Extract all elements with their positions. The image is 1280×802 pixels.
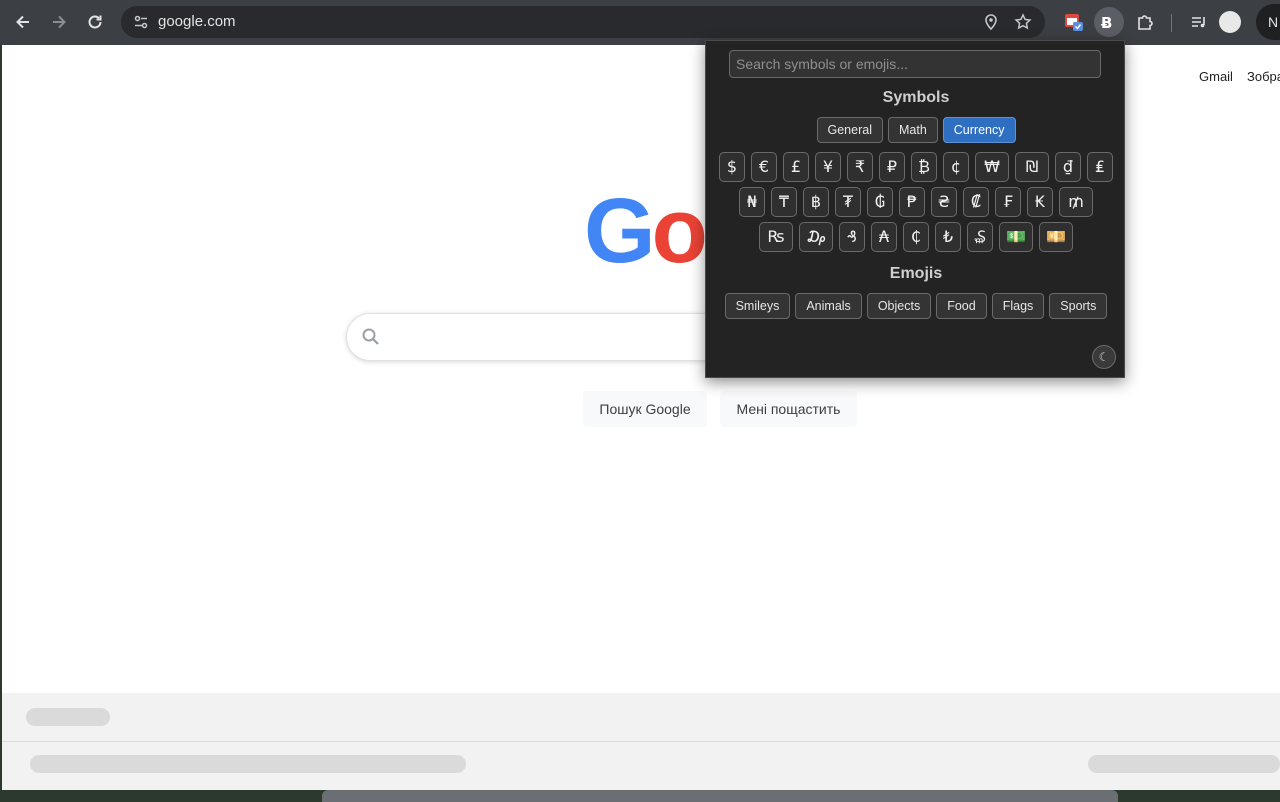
emojis-heading: Emojis <box>889 265 943 282</box>
profile-button[interactable]: N <box>1256 4 1280 40</box>
address-bar[interactable]: google.com <box>121 6 1045 38</box>
tab-smileys[interactable]: Smileys <box>724 293 791 319</box>
browser-toolbar: google.com Ƀ N <box>0 0 1280 45</box>
calendar-check-icon <box>1065 14 1083 31</box>
symbol-button[interactable]: ¢ <box>943 152 969 182</box>
footer-divider <box>2 741 1280 742</box>
symbol-button[interactable]: ₱ <box>899 187 925 217</box>
symbol-category-tabs: General Math Currency <box>706 117 1126 143</box>
logo-letter-o: o <box>651 180 708 282</box>
arrow-left-icon <box>16 15 29 29</box>
symbol-button[interactable]: ₡ <box>963 187 989 217</box>
symbol-button[interactable]: ₹ <box>847 152 873 182</box>
tab-flags[interactable]: Flags <box>991 293 1045 319</box>
page-footer <box>2 693 1280 790</box>
playlist-icon <box>1192 17 1205 28</box>
emoji-category-tabs: Smileys Animals Objects Food Flags Sport… <box>706 293 1126 319</box>
symbol-button[interactable]: ₩ <box>975 152 1009 182</box>
symbol-button[interactable]: ₫ <box>1055 152 1081 182</box>
symbols-heading: Symbols <box>882 89 950 106</box>
symbol-button[interactable]: ₦ <box>739 187 765 217</box>
symbol-button[interactable]: ₸ <box>771 187 797 217</box>
reload-icon <box>88 15 102 29</box>
search-icon <box>362 328 379 345</box>
symbol-row-3: ₨ ₯ ₰ ₳ ₵ ₺ ₷ 💵 💴 <box>706 222 1126 252</box>
symbol-button[interactable]: ₷ <box>967 222 993 252</box>
symbol-button[interactable]: ₪ <box>1015 152 1049 182</box>
symbol-button[interactable]: ₳ <box>871 222 897 252</box>
symbol-button[interactable]: £ <box>783 152 809 182</box>
arrow-right-icon <box>53 15 66 29</box>
back-button[interactable] <box>8 7 38 37</box>
symbol-button[interactable]: ฿ <box>803 187 829 217</box>
symbol-button[interactable]: ₺ <box>935 222 961 252</box>
toolbar-divider <box>1171 14 1172 32</box>
tab-currency[interactable]: Currency <box>942 117 1016 143</box>
symbol-button[interactable]: ₿ <box>911 152 937 182</box>
symbol-button[interactable]: ₮ <box>835 187 861 217</box>
symbol-search-input[interactable] <box>729 50 1101 78</box>
symbol-button[interactable]: $ <box>719 152 745 182</box>
account-avatar[interactable] <box>1219 11 1241 33</box>
yen-banknote-emoji-button[interactable]: 💴 <box>1039 222 1073 252</box>
symbol-button[interactable]: ₭ <box>1027 187 1053 217</box>
google-search-button[interactable]: Пошук Google <box>583 391 707 427</box>
symbol-button[interactable]: ₲ <box>867 187 893 217</box>
symbol-button[interactable]: € <box>751 152 777 182</box>
symbol-row-1: $ € £ ¥ ₹ ₽ ₿ ¢ ₩ ₪ ₫ ₤ <box>706 152 1126 182</box>
footer-placeholder-links-right <box>1088 755 1280 773</box>
media-controls-button[interactable] <box>1184 7 1214 37</box>
symbol-button[interactable]: ¥ <box>815 152 841 182</box>
symbol-button[interactable]: ₣ <box>995 187 1021 217</box>
symbol-button[interactable]: ₰ <box>839 222 865 252</box>
tab-math[interactable]: Math <box>887 117 938 143</box>
symbol-button[interactable]: ₵ <box>903 222 929 252</box>
profile-initial: N <box>1268 14 1279 30</box>
tab-general[interactable]: General <box>816 117 883 143</box>
symbol-button[interactable]: ₨ <box>759 222 793 252</box>
svg-text:Ƀ: Ƀ <box>1101 14 1112 32</box>
bookmark-star-icon[interactable] <box>1011 10 1035 34</box>
symbol-button[interactable]: ₽ <box>879 152 905 182</box>
site-info-icon[interactable] <box>129 10 153 34</box>
feeling-lucky-button[interactable]: Мені пощастить <box>720 391 857 427</box>
reload-button[interactable] <box>80 7 110 37</box>
forward-button[interactable] <box>44 7 74 37</box>
symbol-button[interactable]: ₥ <box>1059 187 1093 217</box>
symbol-button[interactable]: ₴ <box>931 187 957 217</box>
gmail-link[interactable]: Gmail <box>1199 69 1233 84</box>
macos-dock <box>322 790 1118 802</box>
theme-toggle-moon-icon[interactable]: ☾ <box>1092 345 1116 369</box>
tab-objects[interactable]: Objects <box>866 293 932 319</box>
google-logo: Go <box>584 185 708 277</box>
extensions-menu-button[interactable] <box>1130 7 1160 37</box>
tab-animals[interactable]: Animals <box>795 293 862 319</box>
tab-sports[interactable]: Sports <box>1049 293 1108 319</box>
footer-placeholder-country <box>26 708 110 726</box>
logo-letter-g: G <box>584 180 656 282</box>
symbol-button[interactable]: ₯ <box>799 222 833 252</box>
symbol-row-2: ₦ ₸ ฿ ₮ ₲ ₱ ₴ ₡ ₣ ₭ ₥ <box>706 187 1126 217</box>
images-link[interactable]: Зобра <box>1247 69 1280 84</box>
puzzle-icon <box>1138 15 1153 30</box>
url-text[interactable]: google.com <box>158 13 236 30</box>
extension-calendar-button[interactable] <box>1059 7 1089 37</box>
footer-placeholder-links-left <box>30 755 466 773</box>
symbols-extension-icon: Ƀ <box>1101 14 1112 32</box>
extension-symbols-button[interactable]: Ƀ <box>1094 7 1124 37</box>
location-icon[interactable] <box>979 10 1003 34</box>
symbols-extension-popup: Symbols General Math Currency $ € £ ¥ ₹ … <box>705 40 1125 378</box>
symbol-button[interactable]: ₤ <box>1087 152 1113 182</box>
dollar-banknote-emoji-button[interactable]: 💵 <box>999 222 1033 252</box>
tab-food[interactable]: Food <box>936 293 987 319</box>
